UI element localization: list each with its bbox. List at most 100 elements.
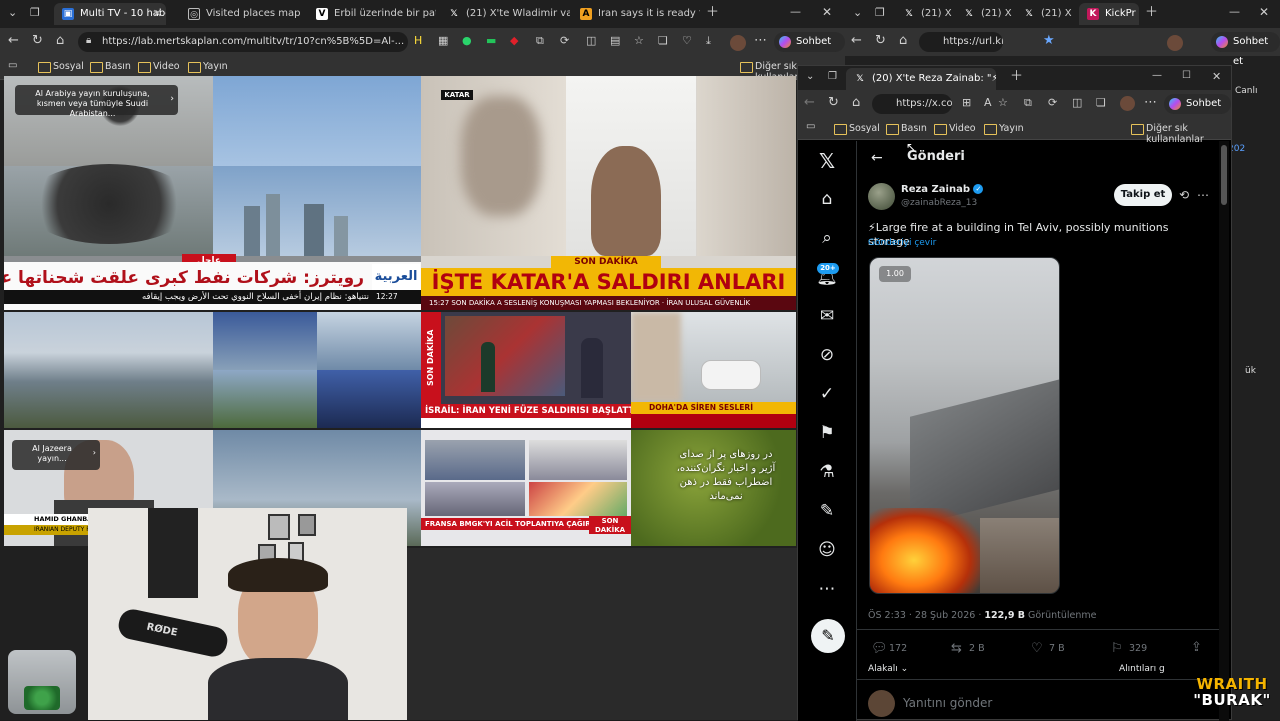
split-screen-icon[interactable]: ◫ <box>1072 97 1082 108</box>
bookmark-sosyal[interactable]: Sosyal <box>38 61 84 72</box>
compose-button[interactable]: ✎ <box>811 619 845 653</box>
reply-count[interactable]: 💬︎172 <box>871 643 907 654</box>
read-aloud-icon[interactable]: A <box>984 97 992 108</box>
tab-actions-icon[interactable]: ⌄ <box>8 7 17 18</box>
like-count[interactable]: ♡7 B <box>1031 643 1065 654</box>
split-screen-icon[interactable]: ◫ <box>586 35 596 46</box>
favorite-star-icon[interactable]: ★ <box>1043 34 1055 47</box>
video-fransa[interactable]: FRANSA BMGK'YI ACİL TOPLANTIYA ÇAĞIRDI S… <box>421 430 631 546</box>
maximize-icon[interactable]: ☐ <box>1182 71 1191 81</box>
sort-dropdown[interactable]: Alakalı ⌄ <box>868 664 908 674</box>
translate-link[interactable]: Gönderiyi çevir <box>868 238 936 248</box>
close-tab-icon[interactable]: ✕ <box>153 3 162 25</box>
search-icon[interactable]: ⌕ <box>816 227 838 249</box>
downloads-icon[interactable]: ⤓ <box>706 35 711 46</box>
extension-icon[interactable]: ▬ <box>486 35 496 46</box>
back-icon[interactable]: ← <box>8 34 19 47</box>
tab-x-reza[interactable]: 𝕏 (20) X'te Reza Zainab: "⚡Large fi <box>846 68 996 90</box>
extension-icon[interactable]: ◆ <box>510 35 518 46</box>
profile-avatar[interactable] <box>730 35 746 51</box>
video-doha[interactable]: DOHA'DA SİREN SESLERİ <box>631 312 796 428</box>
tab-kick[interactable]: KKickPr <box>1079 3 1139 25</box>
tab-list-icon[interactable]: ▭ <box>8 61 17 71</box>
tab-x-3[interactable]: 𝕏(21) X <box>1015 3 1077 25</box>
video-persian[interactable]: در روزهای پر از صدای آژیر و اخبار نگران‌… <box>631 430 796 546</box>
extensions-icon[interactable]: ⧉ <box>1024 97 1032 108</box>
post-video[interactable]: 1.00 <box>869 257 1060 594</box>
copilot-button[interactable]: Sohbet et <box>774 32 845 52</box>
x-logo-icon[interactable]: 𝕏 <box>816 150 838 172</box>
tab-x-1[interactable]: 𝕏(21) X <box>895 3 953 25</box>
collections-icon[interactable]: ❏ <box>1096 97 1106 108</box>
back-icon[interactable]: ← <box>851 34 862 47</box>
workspaces-icon[interactable]: ❐ <box>828 72 837 82</box>
bookmark-basin[interactable]: Basın <box>886 123 927 134</box>
close-window-icon[interactable]: ✕ <box>1259 6 1269 18</box>
scrollbar[interactable] <box>1219 141 1229 721</box>
bookmark-yayin[interactable]: Yayın <box>984 123 1024 134</box>
url-field[interactable]: https://url.ki... <box>919 32 1003 52</box>
url-field[interactable]: https://x.co... <box>872 94 952 114</box>
workspaces-icon[interactable]: ❐ <box>875 7 885 18</box>
grok-icon[interactable]: ⊘ <box>816 344 838 366</box>
video-katar[interactable]: KATAR SON DAKİKA İŞTE KATAR'A SALDIRI AN… <box>421 76 796 310</box>
extension-icon[interactable]: ▦ <box>438 35 448 46</box>
tab-iran-ready[interactable]: A Iran says it is ready for wa <box>572 3 700 25</box>
tab-multitv[interactable]: ▣ Multi TV - 10 haber k ✕ <box>54 3 166 25</box>
back-arrow-icon[interactable]: ← <box>871 151 883 165</box>
follow-button[interactable]: Takip et <box>1114 184 1172 206</box>
extension-h-icon[interactable]: H <box>414 35 422 46</box>
verified-icon[interactable]: ✓ <box>816 383 838 405</box>
refresh-icon[interactable]: ↻ <box>828 96 839 109</box>
home-icon[interactable]: ⌂ <box>816 188 838 210</box>
author-name[interactable]: Reza Zainab ✓ <box>901 184 983 195</box>
bookmarks-icon[interactable]: ⚑ <box>816 422 838 444</box>
bookmark-count[interactable]: ⚐329 <box>1111 643 1147 654</box>
home-icon[interactable]: ⌂ <box>852 96 860 109</box>
new-tab-icon[interactable]: ＋ <box>706 6 719 19</box>
aljazeera-notice[interactable]: Al Jazeera yayın... › <box>12 440 100 470</box>
tab-erbil[interactable]: V Erbil üzerinde bir patlama <box>308 3 436 25</box>
video-city-view[interactable] <box>4 312 213 428</box>
bookmark-video[interactable]: Video <box>934 123 976 134</box>
quotes-link[interactable]: Alıntıları g <box>1119 664 1165 674</box>
sync-icon[interactable]: ⟳ <box>560 35 569 46</box>
video-alarabiya[interactable]: Al Arabiya yayın kuruluşuna, kısmen veya… <box>4 76 421 310</box>
refresh-icon[interactable]: ↻ <box>32 34 43 47</box>
url-field[interactable]: 🔒︎ https://lab.mertskaplan.com/multitv/t… <box>78 32 408 52</box>
video-camera-grid[interactable] <box>213 312 421 428</box>
favorite-star-icon[interactable]: ☆ <box>998 97 1008 108</box>
sync-icon[interactable]: ⟳ <box>1048 97 1057 108</box>
profile-avatar[interactable] <box>1120 96 1135 111</box>
close-window-icon[interactable]: ✕ <box>1212 71 1221 82</box>
minimize-icon[interactable]: — <box>790 6 801 17</box>
tab-actions-icon[interactable]: ⌄ <box>853 7 862 18</box>
collections-icon[interactable]: ❏ <box>658 35 668 46</box>
profile-avatar[interactable] <box>1167 35 1183 51</box>
more-options-icon[interactable]: ⋯ <box>1197 189 1209 201</box>
author-avatar[interactable] <box>868 183 895 210</box>
jobs-icon[interactable]: ⚗ <box>816 461 838 483</box>
bookmark-sosyal[interactable]: Sosyal <box>834 123 880 134</box>
more-menu-icon[interactable]: ⋯ <box>754 34 767 47</box>
home-icon[interactable]: ⌂ <box>899 34 907 47</box>
new-tab-icon[interactable]: ＋ <box>1010 70 1023 83</box>
tab-actions-icon[interactable]: ⌄ <box>806 72 814 82</box>
scrollbar-thumb[interactable] <box>1221 145 1227 205</box>
reading-icon[interactable]: ▤ <box>610 35 620 46</box>
messages-icon[interactable]: ✉ <box>816 305 838 327</box>
more-icon[interactable]: ⋯ <box>816 578 838 600</box>
tab-x-wladimir[interactable]: 𝕏 (21) X'te Wladimir van W <box>440 3 570 25</box>
profile-icon[interactable]: ☺ <box>816 539 838 561</box>
bookmark-basin[interactable]: Basın <box>90 61 131 72</box>
share-icon[interactable]: ⇪ <box>1191 641 1202 654</box>
articles-icon[interactable]: ✎ <box>816 500 838 522</box>
tab-visited-places[interactable]: ◎ Visited places map editor <box>180 3 302 25</box>
tab-x-2[interactable]: 𝕏(21) X <box>955 3 1013 25</box>
home-icon[interactable]: ⌂ <box>56 34 64 47</box>
video-israil[interactable]: SON DAKİKA İSRAİL: İRAN YENİ FÜZE SALDIR… <box>421 312 631 428</box>
app-available-icon[interactable]: ⊞ <box>962 97 971 108</box>
alarabiya-notice[interactable]: Al Arabiya yayın kuruluşuna, kısmen veya… <box>15 85 178 115</box>
tab-list-icon[interactable]: ▭ <box>806 122 815 132</box>
bookmark-video[interactable]: Video <box>138 61 180 72</box>
